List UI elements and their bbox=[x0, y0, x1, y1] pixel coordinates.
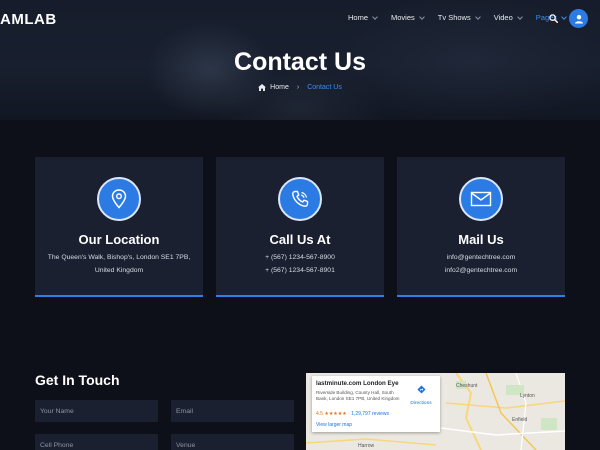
phone-icon bbox=[292, 190, 309, 207]
nav-item-label: Home bbox=[348, 13, 369, 22]
map-place-address: Riverside Building, County Hall, South B… bbox=[316, 390, 400, 401]
directions-button[interactable]: Directions bbox=[408, 381, 434, 406]
mail-icon-badge bbox=[459, 177, 503, 221]
map-place-card: lastminute.com London Eye Riverside Buil… bbox=[312, 376, 440, 432]
phone-icon-badge bbox=[278, 177, 322, 221]
venue-input[interactable] bbox=[171, 434, 294, 450]
page: AMLAB Home Movies Tv Shows Video Pages C… bbox=[0, 0, 600, 450]
nav-item-home[interactable]: Home bbox=[348, 13, 378, 22]
view-larger-map-link[interactable]: View larger map bbox=[316, 422, 352, 428]
card-phone-1[interactable]: + (567) 1234-567-8900 bbox=[216, 254, 384, 261]
cell-phone-input[interactable] bbox=[35, 434, 158, 450]
card-title: Mail Us bbox=[458, 232, 504, 247]
chevron-down-icon bbox=[474, 13, 481, 20]
location-card: Our Location The Queen's Walk, Bishop's,… bbox=[35, 157, 203, 297]
nav-item-video[interactable]: Video bbox=[493, 13, 523, 22]
mail-icon bbox=[470, 191, 492, 207]
card-email-2[interactable]: info2@gentechtree.com bbox=[397, 267, 565, 274]
home-icon bbox=[258, 84, 267, 91]
name-input[interactable] bbox=[35, 400, 158, 422]
card-title: Call Us At bbox=[269, 232, 331, 247]
chevron-down-icon bbox=[516, 13, 523, 20]
email-input[interactable] bbox=[171, 400, 294, 422]
location-icon-badge bbox=[97, 177, 141, 221]
breadcrumb-home-label: Home bbox=[270, 84, 289, 91]
map-label: Enfield bbox=[512, 417, 528, 423]
nav-item-label: Video bbox=[493, 13, 513, 22]
breadcrumb-current: Contact Us bbox=[307, 84, 342, 91]
user-avatar-button[interactable] bbox=[569, 9, 588, 28]
map-label: Cheshunt bbox=[456, 383, 478, 389]
card-title: Our Location bbox=[78, 232, 160, 247]
breadcrumb-separator-icon: › bbox=[296, 84, 300, 91]
card-address-line1: The Queen's Walk, Bishop's, London SE1 7… bbox=[47, 254, 191, 261]
breadcrumb: Home › Contact Us bbox=[0, 84, 600, 91]
site-logo[interactable]: AMLAB bbox=[0, 11, 57, 28]
breadcrumb-home-link[interactable]: Home bbox=[258, 84, 289, 91]
card-email-1[interactable]: info@gentechtree.com bbox=[397, 254, 565, 261]
map-label: Harrow bbox=[358, 443, 375, 449]
star-rating-icon: ★★★★★ bbox=[324, 411, 347, 417]
card-address-line2: United Kingdom bbox=[94, 267, 144, 274]
nav-item-movies[interactable]: Movies bbox=[391, 13, 425, 22]
mail-card: Mail Us info@gentechtree.com info2@gente… bbox=[397, 157, 565, 297]
location-pin-icon bbox=[111, 189, 127, 209]
main-menu: Home Movies Tv Shows Video Pages bbox=[348, 13, 567, 22]
card-phone-2[interactable]: + (567) 1234-567-8901 bbox=[216, 267, 384, 274]
nav-item-tv-shows[interactable]: Tv Shows bbox=[437, 13, 481, 22]
map-label: Lynton bbox=[520, 393, 535, 399]
directions-icon bbox=[416, 385, 426, 394]
map-rating-value: 4.5 bbox=[316, 411, 323, 417]
search-icon[interactable] bbox=[549, 14, 558, 23]
map-place-name: lastminute.com London Eye bbox=[316, 380, 399, 387]
nav-item-label: Tv Shows bbox=[437, 13, 471, 22]
map-reviews-link[interactable]: 1,29,797 reviews bbox=[351, 411, 389, 417]
call-card: Call Us At + (567) 1234-567-8900 + (567)… bbox=[216, 157, 384, 297]
get-in-touch-heading: Get In Touch bbox=[35, 372, 120, 388]
nav-item-label: Movies bbox=[391, 13, 415, 22]
chevron-down-icon bbox=[372, 13, 378, 20]
chevron-down-icon bbox=[418, 13, 425, 20]
chevron-down-icon bbox=[561, 13, 567, 20]
map-rating: 4.5 ★★★★★ 1,29,797 reviews bbox=[316, 411, 389, 417]
user-icon bbox=[574, 14, 583, 23]
page-title: Contact Us bbox=[234, 48, 366, 76]
top-navigation: AMLAB Home Movies Tv Shows Video Pages bbox=[0, 0, 600, 38]
directions-label: Directions bbox=[410, 401, 432, 406]
location-map[interactable]: Cheshunt Lynton Enfield Harrow lastminut… bbox=[306, 373, 565, 450]
